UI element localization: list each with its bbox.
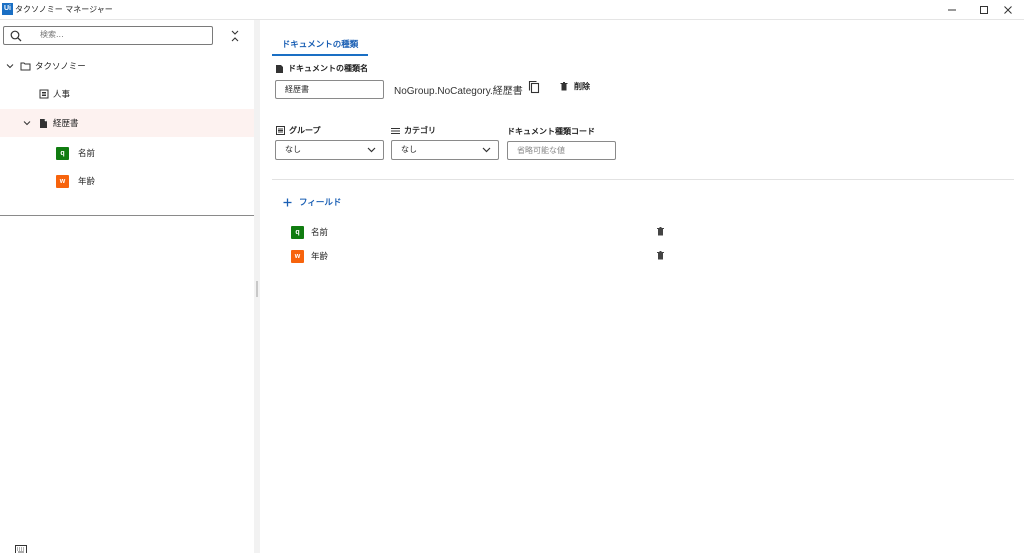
taxonomy-sidebar: タクソノミー 人事 経歴書 q 名前 w 年齢: [0, 20, 254, 553]
field-row-age[interactable]: w 年齢: [291, 248, 671, 264]
field-type-badge: q: [291, 225, 304, 239]
divider: [0, 215, 254, 216]
tree-item-label: 人事: [53, 90, 71, 100]
document-type-editor: ドキュメントの種類 ドキュメントの種類名 経歴書 NoGroup.NoCateg…: [260, 20, 1024, 553]
keyboard-icon[interactable]: [15, 545, 27, 553]
close-icon: [1004, 6, 1012, 14]
trash-icon: [560, 82, 568, 91]
collapse-all-icon[interactable]: [229, 29, 241, 43]
full-name-text: NoGroup.NoCategory.経歴書: [394, 86, 523, 97]
tree-item-field-name[interactable]: q 名前: [0, 139, 254, 167]
maximize-icon: [980, 6, 988, 14]
tab-document-type[interactable]: ドキュメントの種類: [272, 36, 368, 56]
tree-item-hr[interactable]: 人事: [0, 80, 254, 108]
chevron-down-icon[interactable]: [6, 62, 14, 70]
window-title: タクソノミー マネージャー: [15, 5, 113, 14]
tree-item-taxonomy[interactable]: タクソノミー: [0, 52, 254, 80]
add-field-button[interactable]: フィールド: [283, 196, 341, 208]
group-icon: [276, 126, 285, 135]
category-select[interactable]: なし: [391, 140, 499, 160]
tab-underline: [272, 54, 368, 56]
minimize-icon: [948, 9, 956, 11]
group-select[interactable]: なし: [275, 140, 384, 160]
doc-type-name-field[interactable]: 経歴書: [275, 80, 384, 99]
document-icon: [40, 118, 47, 128]
field-label: 名前: [311, 228, 329, 238]
tree-item-field-age[interactable]: w 年齢: [0, 167, 254, 195]
field-type-badge: w: [291, 249, 304, 263]
app-logo: Ui: [2, 3, 13, 15]
trash-icon[interactable]: [657, 251, 664, 260]
search-icon: [10, 30, 22, 42]
plus-icon: [283, 198, 292, 206]
tree-item-label: 名前: [78, 149, 96, 159]
list-icon: [391, 127, 400, 134]
doc-type-name-label: ドキュメントの種類名: [275, 63, 368, 74]
splitter-grip[interactable]: [256, 281, 258, 297]
field-label: 年齢: [311, 252, 329, 262]
field-type-badge: q: [56, 146, 69, 160]
field-row-name[interactable]: q 名前: [291, 224, 671, 240]
title-bar: Ui タクソノミー マネージャー: [0, 0, 1024, 20]
tree-item-label: 年齢: [78, 177, 96, 187]
copy-icon[interactable]: [528, 80, 540, 94]
tree-item-label: 経歴書: [53, 119, 79, 129]
group-icon: [39, 89, 49, 99]
trash-icon[interactable]: [657, 227, 664, 236]
field-type-badge: w: [56, 174, 69, 188]
minimize-button[interactable]: [936, 0, 968, 20]
chevron-down-icon: [482, 147, 491, 153]
doc-code-field[interactable]: 省略可能な値: [507, 141, 616, 160]
tree-item-resume[interactable]: 経歴書: [0, 109, 254, 137]
close-button[interactable]: [992, 0, 1024, 20]
group-label: グループ: [276, 125, 321, 136]
document-icon: [276, 64, 283, 73]
doc-code-label: ドキュメント種類コード: [507, 127, 595, 136]
chevron-down-icon[interactable]: [23, 119, 31, 127]
search-input[interactable]: [40, 30, 190, 39]
section-divider: [272, 179, 1014, 180]
category-label: カテゴリ: [391, 125, 436, 136]
folder-icon: [20, 62, 31, 71]
chevron-down-icon: [367, 147, 376, 153]
tree-item-label: タクソノミー: [35, 62, 86, 72]
search-box[interactable]: [3, 26, 213, 45]
delete-button[interactable]: 削除: [560, 81, 590, 92]
